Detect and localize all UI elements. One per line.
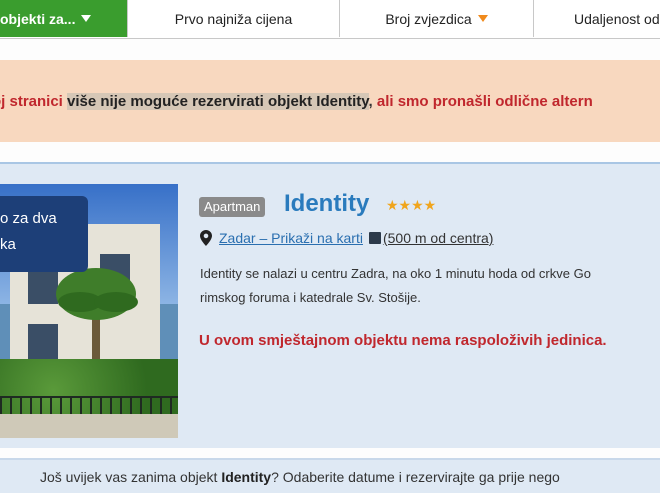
unavailable-notice-banner: oj stranici više nije moguće rezervirati… [0,60,660,142]
chevron-down-icon [477,15,488,22]
distance-from-center: (500 m od centra) [382,230,494,246]
photo-wall [0,414,178,438]
notice-text-part: , [368,92,373,110]
sort-bar: objekti za... Prvo najniža cijena Broj z… [0,0,660,39]
prompt-property-name: Identity [221,468,272,485]
overlay-line: ka [0,236,16,253]
notice-text-part: oj stranici [0,92,63,110]
still-interested-prompt: Još uvijek vas zanima objekt Identity? O… [0,458,660,493]
sort-tab-star-rating[interactable]: Broj zvjezdica [340,0,534,37]
prompt-prefix: Još uvijek vas zanima objekt [40,468,222,485]
property-description: Identity se nalazi u centru Zadra, na ok… [200,262,660,310]
sort-tab-property-type[interactable]: objekti za... [0,0,128,37]
description-line: Identity se nalazi u centru Zadra, na ok… [200,266,591,281]
description-line: rimskog foruma i katedrale Sv. Stošije. [200,290,421,305]
property-name-link[interactable]: Identity [284,190,369,218]
sort-tab-lowest-price[interactable]: Prvo najniža cijena [128,0,340,37]
no-availability-message: U ovom smještajnom objektu nema raspolož… [199,332,607,349]
prompt-suffix: ? Odaberite datume i rezervirajte ga pri… [271,468,560,485]
map-icon [368,232,381,244]
sort-tab-label: Udaljenost od [574,10,660,27]
show-on-map-link[interactable]: Zadar – Prikaži na karti [219,230,363,246]
property-type-badge: Apartman [199,197,266,217]
map-pin-icon [200,230,212,246]
sort-tab-distance[interactable]: Udaljenost od [534,0,660,37]
overlay-line: o za dva [0,210,57,227]
sort-tab-label: Broj zvjezdica [385,10,472,27]
star-rating: ★★★★ [386,197,437,213]
notice-text-highlight: više nije moguće rezervirati objekt Iden… [67,92,369,110]
notice-text-part: ali smo pronašli odlične altern [376,92,593,110]
prompt-text: Još uvijek vas zanima objekt Identity? O… [40,469,560,485]
notice-text: oj stranici više nije moguće rezervirati… [0,92,593,110]
sort-tab-label: Prvo najniža cijena [174,10,293,27]
chevron-down-icon [81,15,92,22]
sort-tab-label: objekti za... [0,10,76,27]
photo-overlay-label: o za dva ka [0,196,88,272]
location-row: Zadar – Prikaži na karti (500 m od centr… [200,230,493,246]
